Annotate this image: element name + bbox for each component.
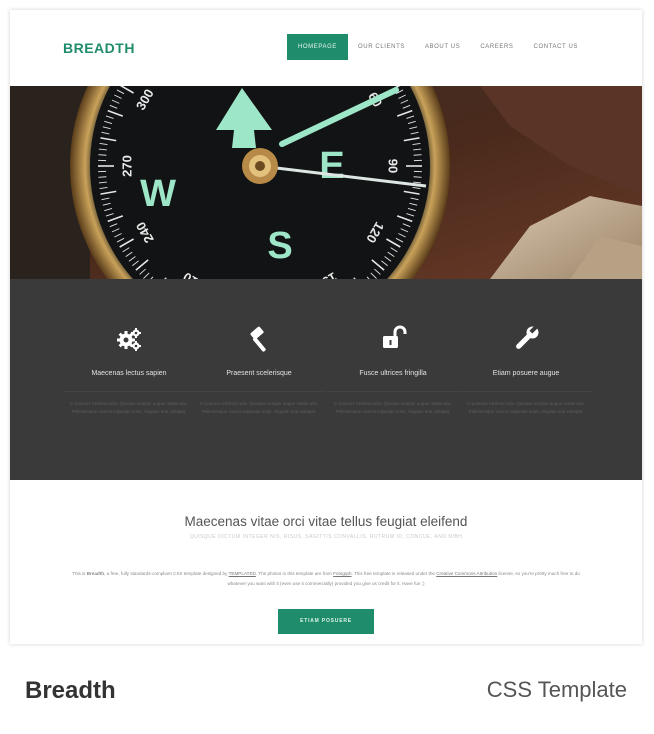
- gavel-icon: [250, 326, 266, 352]
- compass-letter-w: W: [140, 173, 176, 215]
- nav-item-careers[interactable]: CAREERS: [470, 34, 523, 60]
- feature-title: Etiam posuere augue: [492, 370, 560, 377]
- intro-text: This is: [72, 571, 87, 576]
- site-logo[interactable]: BREADTH: [63, 40, 135, 56]
- unlock-icon: [383, 325, 407, 348]
- feature-description: In posuere eleifend odio. Quisque semper…: [200, 401, 318, 414]
- templated-link[interactable]: TEMPLATED: [229, 571, 256, 576]
- feature-divider: [63, 391, 195, 392]
- intro-heading: Maecenas vitae orci vitae tellus feugiat…: [184, 514, 468, 529]
- photos-link[interactable]: Fotogrph: [333, 571, 351, 576]
- feature-divider: [327, 391, 459, 392]
- feature-description: In posuere eleifend odio. Quisque semper…: [70, 401, 188, 414]
- feature-divider: [460, 391, 592, 392]
- feature-description: In posuere eleifend odio. Quisque semper…: [467, 401, 585, 414]
- wrench-icon: [516, 325, 539, 349]
- compass-letter-e: E: [319, 145, 344, 187]
- intro-text: , a free, fully standards-compliant CSS …: [104, 571, 229, 576]
- nav-item-homepage[interactable]: HOMEPAGE: [286, 34, 348, 60]
- intro-subheading: QUISQUE DICTUM INTEGER NIS, RISUS, SAGIT…: [189, 534, 463, 540]
- compass-tick: [98, 154, 107, 156]
- feature-divider: [193, 391, 325, 392]
- intro-text: . This free template is released under t…: [351, 571, 437, 576]
- site-header: BREADTH HOMEPAGE OUR CLIENTS ABOUT US CA…: [10, 10, 642, 86]
- caption-subtitle: CSS Template: [486, 677, 627, 702]
- intro-brand: Breadth: [86, 571, 105, 576]
- feature-title: Maecenas lectus sapien: [91, 370, 167, 377]
- intro-section: Maecenas vitae orci vitae tellus feugiat…: [10, 480, 642, 644]
- license-link[interactable]: Creative Commons Attribution: [436, 571, 497, 576]
- caption-title: Breadth: [25, 677, 116, 704]
- nav-item-about-us[interactable]: ABOUT US: [415, 34, 470, 60]
- main-nav: HOMEPAGE OUR CLIENTS ABOUT US CAREERS CO…: [286, 34, 588, 60]
- feature-description: In posuere eleifend odio. Quisque semper…: [334, 401, 452, 414]
- feature-title: Fusce ultrices fringilla: [359, 370, 427, 377]
- compass-tick: [98, 176, 107, 178]
- etiam-posuere-button[interactable]: ETIAM POSUERE: [278, 609, 374, 634]
- intro-paragraph: This is Breadth, a free, fully standards…: [66, 569, 586, 589]
- compass-tick: [413, 154, 422, 156]
- compass-tick: [413, 176, 422, 178]
- website-preview: BREADTH HOMEPAGE OUR CLIENTS ABOUT US CA…: [10, 10, 642, 644]
- gears-icon: [117, 328, 141, 351]
- compass-letter-s: S: [267, 225, 292, 267]
- feature-title: Praesent scelerisque: [226, 370, 292, 377]
- nav-item-contact-us[interactable]: CONTACT US: [524, 34, 588, 60]
- compass-number: 90: [386, 159, 401, 173]
- features-band: Maecenas lectus sapien In posuere eleife…: [10, 279, 642, 480]
- compass-illustration: 300330306090120150180210240270 W E S: [10, 86, 642, 279]
- nav-item-our-clients[interactable]: OUR CLIENTS: [348, 34, 415, 60]
- intro-text: . The photos in this template are from: [255, 571, 334, 576]
- hero-compass-image: 300330306090120150180210240270 W E S: [10, 86, 642, 279]
- compass-number: 270: [119, 155, 134, 177]
